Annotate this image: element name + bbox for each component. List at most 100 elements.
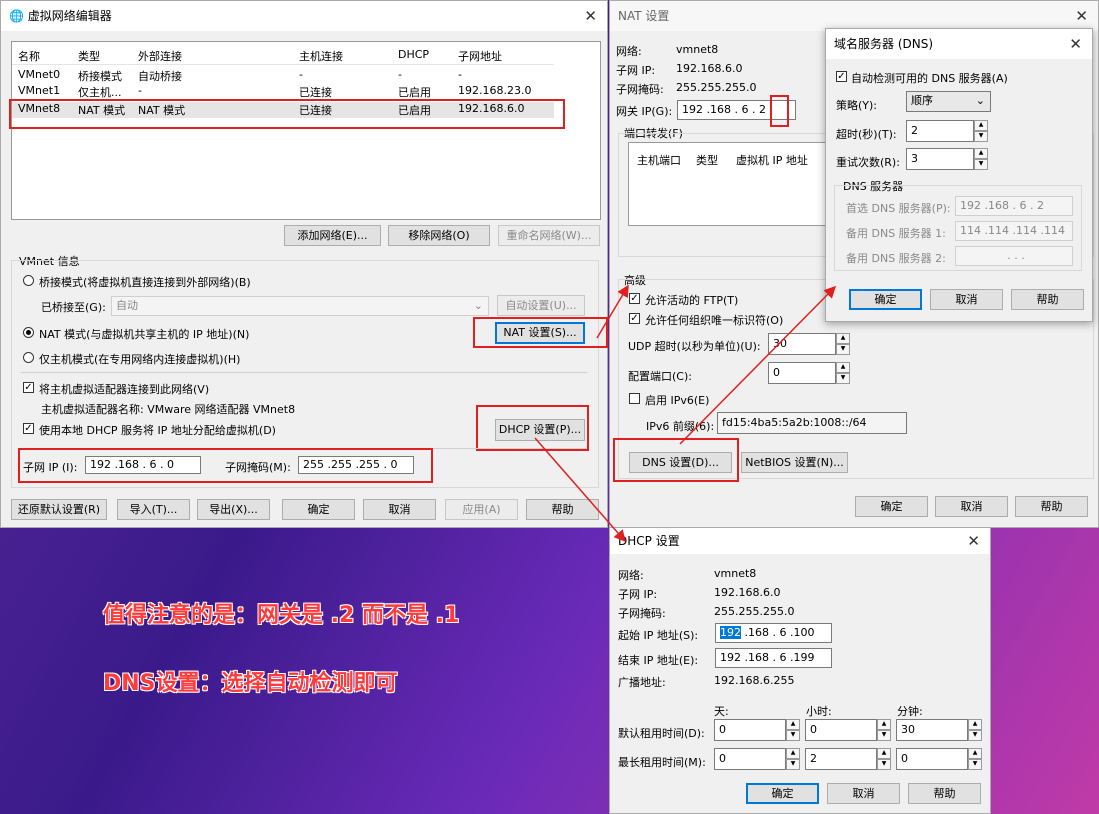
- retry-field[interactable]: 3: [906, 148, 974, 170]
- start-ip-field[interactable]: 192 .168 . 6 .100: [715, 623, 832, 643]
- broadcast-value: 192.168.6.255: [714, 674, 795, 687]
- help-button[interactable]: 帮助: [908, 783, 981, 804]
- max-lease-days[interactable]: 0: [714, 748, 786, 770]
- col-name[interactable]: 名称: [18, 48, 40, 64]
- max-lease-minutes[interactable]: 0: [896, 748, 968, 770]
- host-only-radio[interactable]: [23, 352, 34, 363]
- cancel-button[interactable]: 取消: [930, 289, 1003, 310]
- policy-select[interactable]: 顺序 ⌄: [906, 91, 991, 112]
- ok-button[interactable]: 确定: [855, 496, 928, 517]
- alt-dns2-field[interactable]: . . .: [955, 246, 1073, 266]
- col-type[interactable]: 类型: [78, 48, 100, 64]
- primary-dns-field[interactable]: 192 .168 . 6 . 2: [955, 196, 1073, 216]
- highlight-gateway-octet: [770, 95, 789, 127]
- cancel-button[interactable]: 取消: [363, 499, 436, 520]
- ok-button[interactable]: 确定: [849, 289, 922, 310]
- timeout-field[interactable]: 2: [906, 120, 974, 142]
- spin-up-icon[interactable]: ▲: [877, 748, 891, 759]
- ok-button[interactable]: 确定: [282, 499, 355, 520]
- default-lease-days[interactable]: 0: [714, 719, 786, 741]
- spin-up-icon[interactable]: ▲: [836, 333, 850, 344]
- rename-network-button[interactable]: 重命名网络(W)...: [498, 225, 600, 246]
- export-button[interactable]: 导出(X)...: [197, 499, 270, 520]
- auto-detect-label[interactable]: 自动检测可用的 DNS 服务器(A): [851, 70, 1008, 86]
- default-lease-hours[interactable]: 0: [805, 719, 877, 741]
- nat-radio[interactable]: [23, 327, 34, 338]
- col-host-port[interactable]: 主机端口: [637, 152, 681, 168]
- spin-down-icon[interactable]: ▼: [786, 730, 800, 741]
- ftp-checkbox[interactable]: ✓: [629, 293, 640, 304]
- table-row[interactable]: VMnet1 仅主机... - 已连接 已启用 192.168.23.0: [12, 84, 554, 100]
- netbios-settings-button[interactable]: NetBIOS 设置(N)...: [741, 452, 848, 473]
- auto-settings-button[interactable]: 自动设置(U)...: [497, 295, 585, 316]
- dhcp-checkbox[interactable]: ✓: [23, 423, 34, 434]
- import-button[interactable]: 导入(T)...: [117, 499, 190, 520]
- auto-detect-checkbox[interactable]: ✓: [836, 71, 847, 82]
- bridge-label[interactable]: 桥接模式(将虚拟机直接连接到外部网络)(B): [39, 274, 251, 290]
- spin-down-icon[interactable]: ▼: [836, 344, 850, 355]
- ok-button[interactable]: 确定: [746, 783, 819, 804]
- ipv6-label[interactable]: 启用 IPv6(E): [645, 392, 709, 408]
- col-dhcp[interactable]: DHCP: [398, 48, 429, 61]
- nat-label[interactable]: NAT 模式(与虚拟机共享主机的 IP 地址)(N): [39, 326, 249, 342]
- close-icon[interactable]: ✕: [584, 1, 597, 31]
- spin-down-icon[interactable]: ▼: [836, 373, 850, 384]
- spin-down-icon[interactable]: ▼: [877, 730, 891, 741]
- timeout-label: 超时(秒)(T):: [836, 128, 897, 141]
- spin-down-icon[interactable]: ▼: [968, 759, 982, 770]
- restore-defaults-button[interactable]: 还原默认设置(R): [11, 499, 107, 520]
- help-button[interactable]: 帮助: [526, 499, 599, 520]
- spin-down-icon[interactable]: ▼: [974, 131, 988, 142]
- col-vm-ip[interactable]: 虚拟机 IP 地址: [736, 152, 808, 168]
- end-ip-field[interactable]: 192 .168 . 6 .199: [715, 648, 832, 668]
- oui-label[interactable]: 允许任何组织唯一标识符(O): [645, 312, 783, 328]
- config-port-field[interactable]: 0: [768, 362, 836, 384]
- connect-adapter-checkbox[interactable]: ✓: [23, 382, 34, 393]
- spin-up-icon[interactable]: ▲: [968, 748, 982, 759]
- spin-up-icon[interactable]: ▲: [786, 719, 800, 730]
- spin-up-icon[interactable]: ▲: [974, 120, 988, 131]
- host-only-label[interactable]: 仅主机模式(在专用网络内连接虚拟机)(H): [39, 351, 240, 367]
- spin-up-icon[interactable]: ▲: [974, 148, 988, 159]
- ipv6-prefix-label: IPv6 前缀(6):: [646, 420, 715, 433]
- vne-titlebar: 🌐 虚拟网络编辑器 ✕: [1, 1, 607, 31]
- help-button[interactable]: 帮助: [1011, 289, 1084, 310]
- cell: VMnet0: [18, 68, 61, 81]
- help-button[interactable]: 帮助: [1015, 496, 1088, 517]
- spin-up-icon[interactable]: ▲: [836, 362, 850, 373]
- ftp-label[interactable]: 允许活动的 FTP(T): [645, 292, 738, 308]
- spin-down-icon[interactable]: ▼: [974, 159, 988, 170]
- spin-up-icon[interactable]: ▲: [968, 719, 982, 730]
- spin-up-icon[interactable]: ▲: [877, 719, 891, 730]
- adapter-name-text: 主机虚拟适配器名称: VMware 网络适配器 VMnet8: [41, 403, 296, 416]
- connect-adapter-label[interactable]: 将主机虚拟适配器连接到此网络(V): [39, 381, 209, 397]
- col-external[interactable]: 外部连接: [138, 48, 182, 64]
- spin-down-icon[interactable]: ▼: [877, 759, 891, 770]
- gateway-label: 网关 IP(G):: [616, 105, 673, 118]
- apply-button[interactable]: 应用(A): [445, 499, 518, 520]
- spin-down-icon[interactable]: ▼: [786, 759, 800, 770]
- col-subnet[interactable]: 子网地址: [458, 48, 502, 64]
- close-icon[interactable]: ✕: [1069, 29, 1082, 59]
- udp-timeout-field[interactable]: 30: [768, 333, 836, 355]
- cancel-button[interactable]: 取消: [827, 783, 900, 804]
- close-icon[interactable]: ✕: [1075, 1, 1088, 31]
- max-lease-hours[interactable]: 2: [805, 748, 877, 770]
- close-icon[interactable]: ✕: [967, 528, 980, 554]
- dhcp-label[interactable]: 使用本地 DHCP 服务将 IP 地址分配给虚拟机(D): [39, 422, 276, 438]
- add-network-button[interactable]: 添加网络(E)...: [284, 225, 381, 246]
- col-type[interactable]: 类型: [696, 152, 718, 168]
- bridged-to-select[interactable]: 自动 ⌄: [111, 296, 489, 316]
- alt-dns1-field[interactable]: 114 .114 .114 .114: [955, 221, 1073, 241]
- ipv6-prefix-field[interactable]: fd15:4ba5:5a2b:1008::/64: [717, 412, 907, 434]
- bridge-radio[interactable]: [23, 275, 34, 286]
- spin-down-icon[interactable]: ▼: [968, 730, 982, 741]
- spin-up-icon[interactable]: ▲: [786, 748, 800, 759]
- default-lease-minutes[interactable]: 30: [896, 719, 968, 741]
- remove-network-button[interactable]: 移除网络(O): [388, 225, 490, 246]
- table-row[interactable]: VMnet0 桥接模式 自动桥接 - - -: [12, 68, 554, 84]
- oui-checkbox[interactable]: ✓: [629, 313, 640, 324]
- cancel-button[interactable]: 取消: [935, 496, 1008, 517]
- ipv6-checkbox[interactable]: [629, 393, 640, 404]
- col-host[interactable]: 主机连接: [299, 48, 343, 64]
